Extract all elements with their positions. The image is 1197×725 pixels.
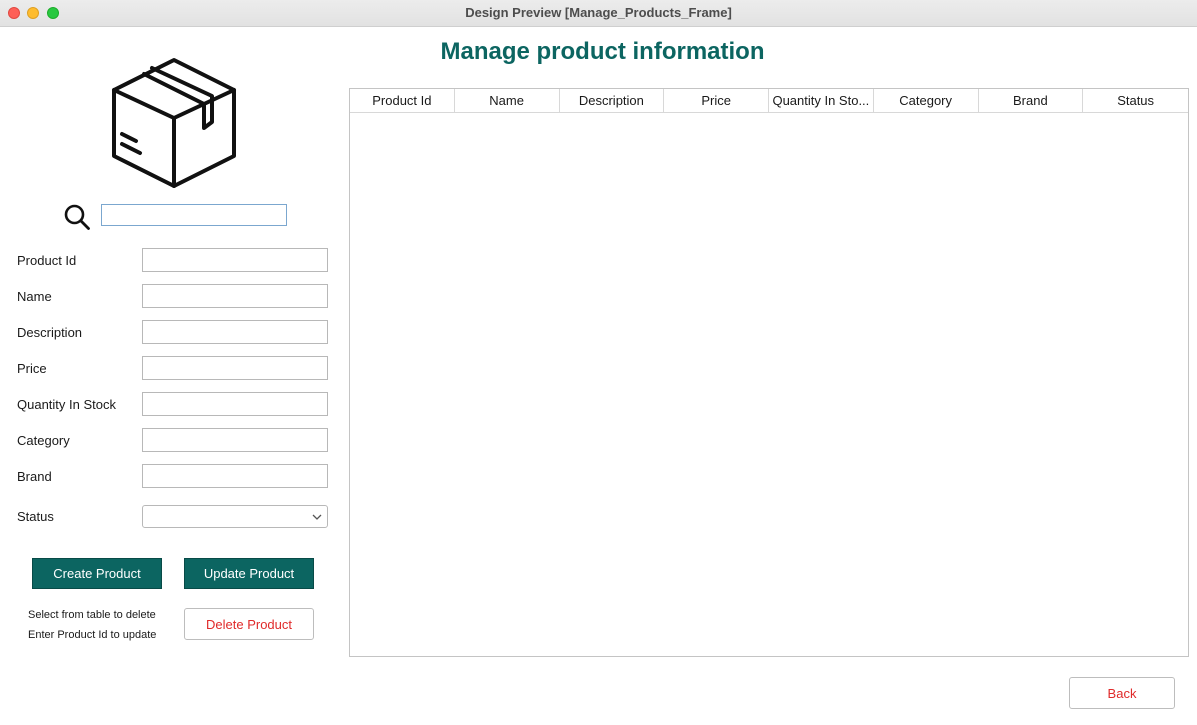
column-header-price[interactable]: Price bbox=[664, 89, 769, 112]
category-field[interactable] bbox=[142, 428, 328, 452]
delete-hint: Select from table to delete bbox=[28, 609, 156, 621]
name-field[interactable] bbox=[142, 284, 328, 308]
column-header-status[interactable]: Status bbox=[1083, 89, 1188, 112]
search-input[interactable] bbox=[101, 204, 287, 226]
window-title: Design Preview [Manage_Products_Frame] bbox=[465, 5, 732, 20]
create-product-button[interactable]: Create Product bbox=[32, 558, 162, 589]
quantity-in-stock-label: Quantity In Stock bbox=[17, 397, 116, 412]
brand-label: Brand bbox=[17, 469, 52, 484]
column-header-brand[interactable]: Brand bbox=[979, 89, 1084, 112]
window-titlebar: Design Preview [Manage_Products_Frame] bbox=[0, 0, 1197, 27]
name-label: Name bbox=[17, 289, 52, 304]
search-icon[interactable] bbox=[63, 203, 91, 231]
back-button[interactable]: Back bbox=[1069, 677, 1175, 709]
status-label: Status bbox=[17, 509, 54, 524]
update-hint: Enter Product Id to update bbox=[28, 629, 157, 641]
column-header-description[interactable]: Description bbox=[560, 89, 665, 112]
table-header: Product Id Name Description Price Quanti… bbox=[350, 89, 1188, 113]
column-header-product-id[interactable]: Product Id bbox=[350, 89, 455, 112]
update-product-button[interactable]: Update Product bbox=[184, 558, 314, 589]
status-dropdown[interactable] bbox=[142, 505, 328, 528]
column-header-quantity-in-stock[interactable]: Quantity In Sto... bbox=[769, 89, 874, 112]
column-header-name[interactable]: Name bbox=[455, 89, 560, 112]
column-header-category[interactable]: Category bbox=[874, 89, 979, 112]
page-title: Manage product information bbox=[440, 38, 765, 65]
quantity-in-stock-field[interactable] bbox=[142, 392, 328, 416]
product-id-field[interactable] bbox=[142, 248, 328, 272]
delete-product-button[interactable]: Delete Product bbox=[184, 608, 314, 640]
chevron-down-icon bbox=[312, 514, 322, 520]
category-label: Category bbox=[17, 433, 70, 448]
product-id-label: Product Id bbox=[17, 253, 77, 268]
products-table[interactable]: Product Id Name Description Price Quanti… bbox=[349, 88, 1189, 657]
brand-field[interactable] bbox=[142, 464, 328, 488]
price-label: Price bbox=[17, 361, 47, 376]
description-label: Description bbox=[17, 325, 83, 340]
price-field[interactable] bbox=[142, 356, 328, 380]
description-field[interactable] bbox=[142, 320, 328, 344]
package-box-icon bbox=[112, 58, 236, 188]
